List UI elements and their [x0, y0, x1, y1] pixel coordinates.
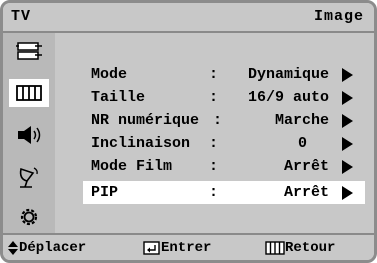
menu-item-separator: : — [209, 89, 219, 106]
menu-item-separator: : — [209, 135, 219, 152]
menu-item-label: Mode — [91, 66, 128, 83]
footer-help-bar: Déplacer Entrer Retour — [3, 233, 374, 260]
menu-item-label: Mode Film — [91, 158, 173, 175]
footer-enter: Entrer — [143, 240, 211, 256]
arrow-right-icon — [342, 91, 353, 105]
menu-item-value: Dynamique — [247, 66, 329, 83]
menu-item-inclinaison[interactable]: Inclinaison : 0 — [83, 132, 365, 155]
footer-return: Retour — [265, 240, 335, 256]
menu-item-label: NR numérique — [91, 112, 200, 129]
menu-item-separator: : — [209, 158, 219, 175]
tv-menu-window: TV Image Mode: Dynamique Taille: 16/9 … — [0, 0, 377, 263]
menu-item-taille[interactable]: Taille : 16/9 auto — [83, 86, 365, 109]
menu-item-value: Arrêt — [283, 158, 329, 175]
menu-item-value: Marche — [274, 112, 329, 129]
up-down-arrows-icon — [8, 241, 18, 255]
menu-item-pip[interactable]: PIP : Arrêt — [83, 181, 365, 204]
setup-icon[interactable] — [9, 203, 49, 231]
input-icon[interactable] — [9, 37, 49, 65]
menu-item-mode-film[interactable]: Mode Film : Arrêt — [83, 155, 365, 178]
footer-move-label: Déplacer — [19, 240, 87, 256]
arrow-right-icon — [342, 137, 353, 151]
menu-item-separator: : — [209, 184, 219, 201]
menu-item-value: 0 — [297, 135, 307, 152]
menu-item-value: Arrêt — [283, 184, 329, 201]
sound-icon[interactable] — [9, 121, 49, 149]
title-right: Image — [313, 8, 364, 25]
menu-item-label: Inclinaison — [91, 135, 191, 152]
arrow-right-icon — [342, 68, 353, 82]
menu-item-mode[interactable]: Mode : Dynamique — [83, 63, 365, 86]
menu-item-separator: : — [213, 112, 223, 129]
menu-item-label: PIP — [91, 184, 119, 201]
footer-move: Déplacer — [7, 240, 86, 256]
picture-icon[interactable] — [9, 79, 49, 107]
enter-icon — [143, 241, 160, 255]
sidebar — [3, 33, 55, 233]
menu-icon — [265, 241, 285, 255]
arrow-right-icon — [342, 114, 353, 128]
channel-icon[interactable] — [9, 163, 49, 191]
menu-list: Mode : Dynamique Taille : 16/9 auto NR n… — [55, 33, 374, 233]
menu-item-separator: : — [209, 66, 219, 83]
menu-item-label: Taille — [91, 89, 146, 106]
arrow-right-icon — [342, 186, 353, 200]
footer-enter-label: Entrer — [161, 240, 212, 256]
arrow-right-icon — [342, 160, 353, 174]
menu-item-value: 16/9 auto — [247, 89, 329, 106]
footer-return-label: Retour — [285, 240, 336, 256]
title-left: TV — [11, 8, 32, 25]
title-bar: TV Image — [3, 3, 374, 33]
menu-item-nr-numerique[interactable]: NR numérique : Marche — [83, 109, 365, 132]
